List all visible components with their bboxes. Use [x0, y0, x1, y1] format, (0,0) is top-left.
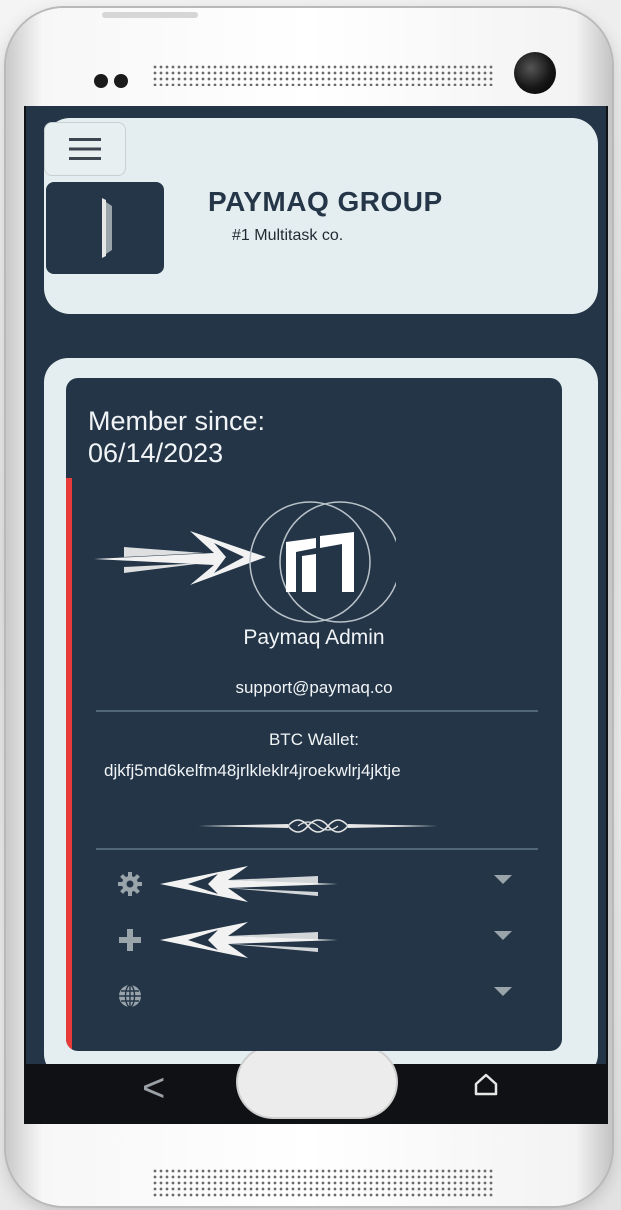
- btc-wallet-label: BTC Wallet:: [268, 730, 360, 749]
- brand-title: PAYMAQ GROUP: [208, 186, 443, 217]
- home-icon[interactable]: [472, 1070, 500, 1098]
- menu-row-add[interactable]: [66, 912, 562, 968]
- decorative-arrow-left-icon: [160, 922, 338, 958]
- plus-icon: [119, 929, 141, 951]
- hamburger-icon: [69, 138, 101, 160]
- admin-name: Paymaq Admin: [243, 626, 385, 649]
- email-text: support@paymaq.co: [235, 678, 393, 697]
- gear-icon: [118, 872, 142, 896]
- home-button[interactable]: [238, 1047, 396, 1117]
- logo-mark-icon: [102, 198, 112, 258]
- globe-icon: [119, 984, 141, 1008]
- member-since-date: 06/14/2023: [88, 438, 224, 468]
- chevron-down-icon[interactable]: [492, 984, 514, 998]
- chevron-down-icon[interactable]: [492, 872, 514, 886]
- decorative-arrow-left-icon: [160, 866, 338, 902]
- company-logo: [46, 182, 164, 274]
- front-camera: [514, 52, 556, 94]
- earpiece-speaker: [152, 64, 494, 86]
- menu-row-language[interactable]: [66, 968, 562, 1024]
- bottom-speaker: [152, 1168, 494, 1198]
- chevron-down-icon[interactable]: [492, 928, 514, 942]
- sensor-dot: [114, 74, 128, 88]
- menu-row-settings[interactable]: [66, 856, 562, 912]
- nav-back-button[interactable]: <: [142, 1068, 165, 1108]
- brand-subtitle: #1 Multitask co.: [232, 227, 344, 244]
- divider: [96, 710, 538, 712]
- avatar-logo-icon: [249, 501, 396, 623]
- phone-top-edge: [102, 12, 198, 18]
- decorative-arrow-right-icon: [94, 531, 266, 585]
- btc-wallet-address: djkfj5md6kelfm48jrlkleklr4jroekwlrj4jktj…: [104, 761, 401, 780]
- profile-card: Member since: 06/14/2023 Paymaq Admin su…: [66, 378, 562, 1051]
- sensor-dot: [94, 74, 108, 88]
- hamburger-menu-button[interactable]: [44, 122, 126, 176]
- ornament-divider-icon: [198, 819, 438, 833]
- android-nav-bar: <: [24, 1047, 608, 1124]
- divider: [96, 848, 538, 850]
- member-since-label: Member since:: [88, 406, 266, 436]
